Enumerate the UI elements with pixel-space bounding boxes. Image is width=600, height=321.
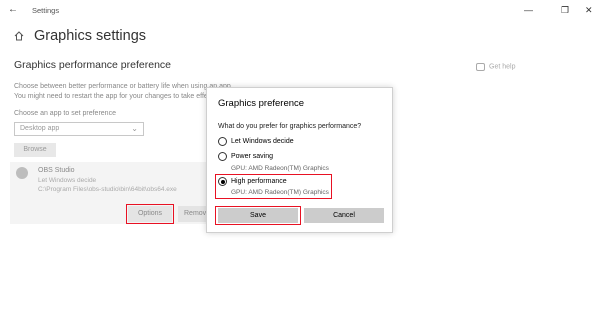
window-title: Settings	[32, 6, 60, 15]
app-list-item[interactable]: OBS Studio Let Windows decide C:\Program…	[10, 162, 206, 224]
description-line: Choose between better performance or bat…	[14, 83, 233, 90]
minimize-icon[interactable]: —	[524, 5, 533, 15]
description-line: You might need to restart the app for yo…	[14, 93, 216, 100]
home-icon[interactable]	[14, 31, 24, 41]
app-name: OBS Studio	[38, 167, 75, 174]
get-help-label: Get help	[489, 63, 516, 71]
app-path: C:\Program Files\obs-studio\bin\64bit\ob…	[38, 186, 177, 193]
dialog-title: Graphics preference	[218, 98, 305, 109]
save-highlight-box	[215, 206, 301, 225]
obs-app-icon	[16, 167, 28, 179]
dialog-question: What do you prefer for graphics performa…	[218, 123, 362, 130]
graphics-preference-dialog: Graphics preference What do you prefer f…	[206, 87, 393, 233]
dropdown-value: Desktop app	[20, 125, 60, 132]
options-highlight-box	[126, 204, 174, 224]
cancel-button[interactable]: Cancel	[304, 208, 384, 223]
section-title: Graphics performance preference	[14, 59, 171, 71]
app-type-dropdown[interactable]: Desktop app ⌄	[14, 122, 144, 136]
option-label[interactable]: Power saving	[231, 153, 273, 160]
radio-let-windows-decide[interactable]	[218, 137, 227, 146]
choose-app-label: Choose an app to set preference	[14, 110, 116, 117]
app-preference: Let Windows decide	[38, 177, 97, 184]
close-icon[interactable]: ✕	[585, 5, 593, 16]
high-performance-highlight-box	[215, 174, 332, 199]
remove-button[interactable]: Remove	[178, 206, 206, 222]
restore-icon[interactable]: ❐	[561, 5, 569, 16]
chat-bubble-icon	[476, 62, 485, 71]
title-bar: ← Settings — ❐ ✕	[0, 0, 600, 22]
gpu-info: GPU: AMD Radeon(TM) Graphics	[231, 165, 329, 172]
description: Choose between better performance or bat…	[14, 82, 233, 102]
option-label[interactable]: Let Windows decide	[231, 138, 294, 145]
radio-power-saving[interactable]	[218, 152, 227, 161]
back-arrow-icon[interactable]: ←	[8, 4, 18, 15]
browse-button[interactable]: Browse	[14, 143, 56, 157]
get-help-link[interactable]: Get help	[476, 58, 515, 76]
chevron-down-icon: ⌄	[131, 124, 138, 133]
page-title: Graphics settings	[34, 28, 147, 44]
